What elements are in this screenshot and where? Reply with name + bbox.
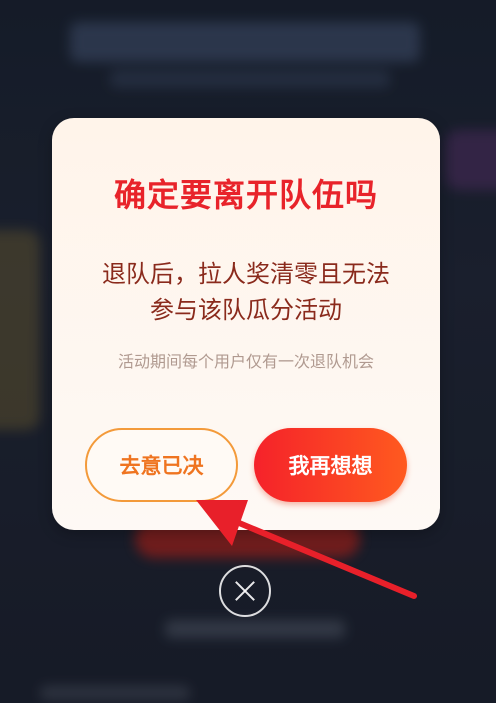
reconsider-button[interactable]: 我再想想 (254, 428, 407, 502)
close-icon[interactable] (219, 565, 271, 617)
dialog-note: 活动期间每个用户仅有一次退队机会 (117, 352, 374, 371)
dialog-title: 确定要离开队伍吗 (113, 176, 378, 214)
screen: 确定要离开队伍吗 退队后，拉人奖清零且无法参与该队瓜分活动 活动期间每个用户仅有… (0, 0, 496, 703)
dialog-message: 退队后，拉人奖清零且无法参与该队瓜分活动 (102, 260, 390, 324)
leave-team-dialog: 确定要离开队伍吗 退队后，拉人奖清零且无法参与该队瓜分活动 活动期间每个用户仅有… (52, 118, 440, 530)
confirm-leave-button[interactable]: 去意已决 (85, 428, 238, 502)
